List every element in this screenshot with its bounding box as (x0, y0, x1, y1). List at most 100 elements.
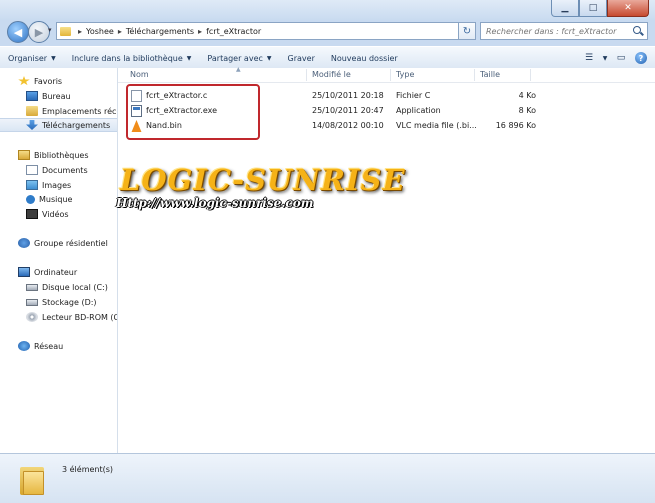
column-nom[interactable]: Nom (130, 70, 149, 79)
column-modifie[interactable]: Modifié le (312, 70, 351, 79)
network-icon (18, 341, 30, 351)
desktop-icon (26, 91, 38, 101)
refresh-icon: ↻ (462, 25, 472, 37)
nav-label: Images (42, 180, 72, 190)
inclure-label: Inclure dans la bibliothèque (71, 53, 183, 63)
help-button[interactable]: ? (633, 50, 649, 66)
maximize-button[interactable]: □ (579, 0, 607, 17)
file-type: Fichier C (396, 91, 431, 100)
hard-drive-icon (26, 283, 38, 291)
nav-documents[interactable]: Documents (0, 163, 117, 177)
breadcrumb-yoshee[interactable]: Yoshee (86, 27, 114, 36)
new-folder-button[interactable]: Nouveau dossier (323, 54, 406, 63)
search-box[interactable] (480, 22, 648, 40)
nav-label: Bureau (42, 91, 71, 101)
folder-icon (60, 26, 71, 36)
optical-drive-icon (26, 312, 38, 322)
folder-icon (20, 463, 44, 495)
breadcrumb-separator: ▸ (78, 26, 83, 36)
nav-bibliotheques[interactable]: Bibliothèques (0, 148, 117, 162)
chevron-down-icon: ▼ (266, 54, 272, 62)
column-taille[interactable]: Taille (480, 70, 500, 79)
nav-label: Ordinateur (34, 267, 78, 277)
nav-label: Bibliothèques (34, 150, 89, 160)
search-icon[interactable] (633, 26, 643, 36)
navigation-row: ◀ ▶ ▾ ▸ Yoshee ▸ Téléchargements ▸ fcrt_… (0, 21, 655, 43)
nav-label: Stockage (D:) (42, 297, 97, 307)
recent-places-icon (26, 106, 38, 116)
nav-musique[interactable]: Musique (0, 192, 117, 206)
forward-arrow-icon: ▶ (34, 25, 44, 39)
hard-drive-icon (26, 298, 38, 306)
back-arrow-icon: ◀ (13, 25, 23, 39)
nav-images[interactable]: Images (0, 178, 117, 192)
navigation-pane: Favoris Bureau Emplacements récents Télé… (0, 68, 118, 453)
file-type: VLC media file (.bi... (396, 121, 477, 130)
nav-stockage-d[interactable]: Stockage (D:) (0, 295, 117, 309)
partager-menu[interactable]: Partager avec ▼ (199, 54, 279, 63)
forward-button[interactable]: ▶ (28, 21, 50, 43)
nav-reseau[interactable]: Réseau (0, 339, 117, 353)
documents-icon (26, 165, 38, 175)
view-options-icon[interactable]: ☰ (581, 50, 597, 66)
nav-bureau[interactable]: Bureau (0, 89, 117, 103)
nav-ordinateur[interactable]: Ordinateur (0, 265, 117, 279)
address-bar[interactable]: ▸ Yoshee ▸ Téléchargements ▸ fcrt_eXtrac… (56, 22, 474, 40)
command-bar: Organiser ▼ Inclure dans la bibliothèque ▼… (0, 46, 655, 70)
file-size: 8 Ko (518, 106, 536, 115)
nav-lecteur-bd[interactable]: Lecteur BD-ROM (G:) (0, 310, 118, 324)
nav-telechargements[interactable]: Téléchargements (0, 118, 117, 132)
new-folder-label: Nouveau dossier (330, 53, 398, 63)
highlight-annotation-box (126, 84, 260, 140)
videos-icon (26, 209, 38, 219)
explorer-window: ▁ □ ✕ ◀ ▶ ▾ ▸ Yoshee ▸ Téléchargements ▸… (0, 0, 655, 503)
nav-disque-c[interactable]: Disque local (C:) (0, 280, 117, 294)
nav-groupe-residentiel[interactable]: Groupe résidentiel (0, 236, 117, 250)
nav-emplacements-recents[interactable]: Emplacements récents (0, 104, 117, 118)
view-dropdown-icon[interactable]: ▼ (601, 50, 609, 66)
graver-label: Graver (287, 53, 315, 63)
help-icon: ? (635, 52, 647, 64)
file-size: 16 896 Ko (495, 121, 536, 130)
inclure-menu[interactable]: Inclure dans la bibliothèque ▼ (64, 54, 200, 63)
breadcrumb-separator: ▸ (198, 26, 203, 36)
downloads-icon (26, 120, 38, 130)
nav-label: Disque local (C:) (42, 282, 108, 292)
search-input[interactable] (486, 26, 626, 36)
chevron-down-icon: ▼ (51, 54, 56, 62)
title-bar: ▁ □ ✕ (0, 0, 655, 20)
preview-pane-icon[interactable]: ▭ (613, 50, 629, 66)
graver-button[interactable]: Graver (280, 54, 323, 63)
breadcrumb-separator: ▸ (117, 26, 122, 36)
file-modified: 25/10/2011 20:47 (312, 106, 384, 115)
breadcrumb-telechargements[interactable]: Téléchargements (126, 27, 194, 36)
column-type[interactable]: Type (396, 70, 414, 79)
nav-videos[interactable]: Vidéos (0, 207, 117, 221)
partager-label: Partager avec (207, 53, 263, 63)
refresh-button[interactable]: ↻ (458, 22, 476, 40)
window-controls: ▁ □ ✕ (551, 0, 649, 17)
nav-label: Documents (42, 165, 88, 175)
breadcrumb-fcrt-extractor[interactable]: fcrt_eXtractor (206, 27, 261, 36)
nav-label: Vidéos (42, 209, 69, 219)
file-type: Application (396, 106, 441, 115)
nav-label: Favoris (34, 76, 63, 86)
organiser-menu[interactable]: Organiser ▼ (0, 54, 64, 63)
back-button[interactable]: ◀ (7, 21, 29, 43)
nav-label: Réseau (34, 341, 64, 351)
file-list: ▲ Nom Modifié le Type Taille fcrt_eXtrac… (118, 66, 655, 453)
organiser-label: Organiser (8, 53, 48, 63)
nav-label: Emplacements récents (42, 106, 117, 116)
close-button[interactable]: ✕ (607, 0, 649, 17)
nav-label: Téléchargements (42, 120, 111, 130)
nav-label: Groupe résidentiel (34, 238, 108, 248)
recent-pages-dropdown[interactable]: ▾ (48, 26, 52, 34)
minimize-button[interactable]: ▁ (551, 0, 579, 17)
sort-arrow-icon: ▲ (236, 66, 241, 73)
nav-favoris[interactable]: Favoris (0, 74, 117, 88)
nav-label: Lecteur BD-ROM (G:) (42, 312, 118, 322)
homegroup-icon (18, 238, 30, 248)
computer-icon (18, 267, 30, 277)
chevron-down-icon: ▼ (186, 54, 192, 62)
file-modified: 25/10/2011 20:18 (312, 91, 384, 100)
